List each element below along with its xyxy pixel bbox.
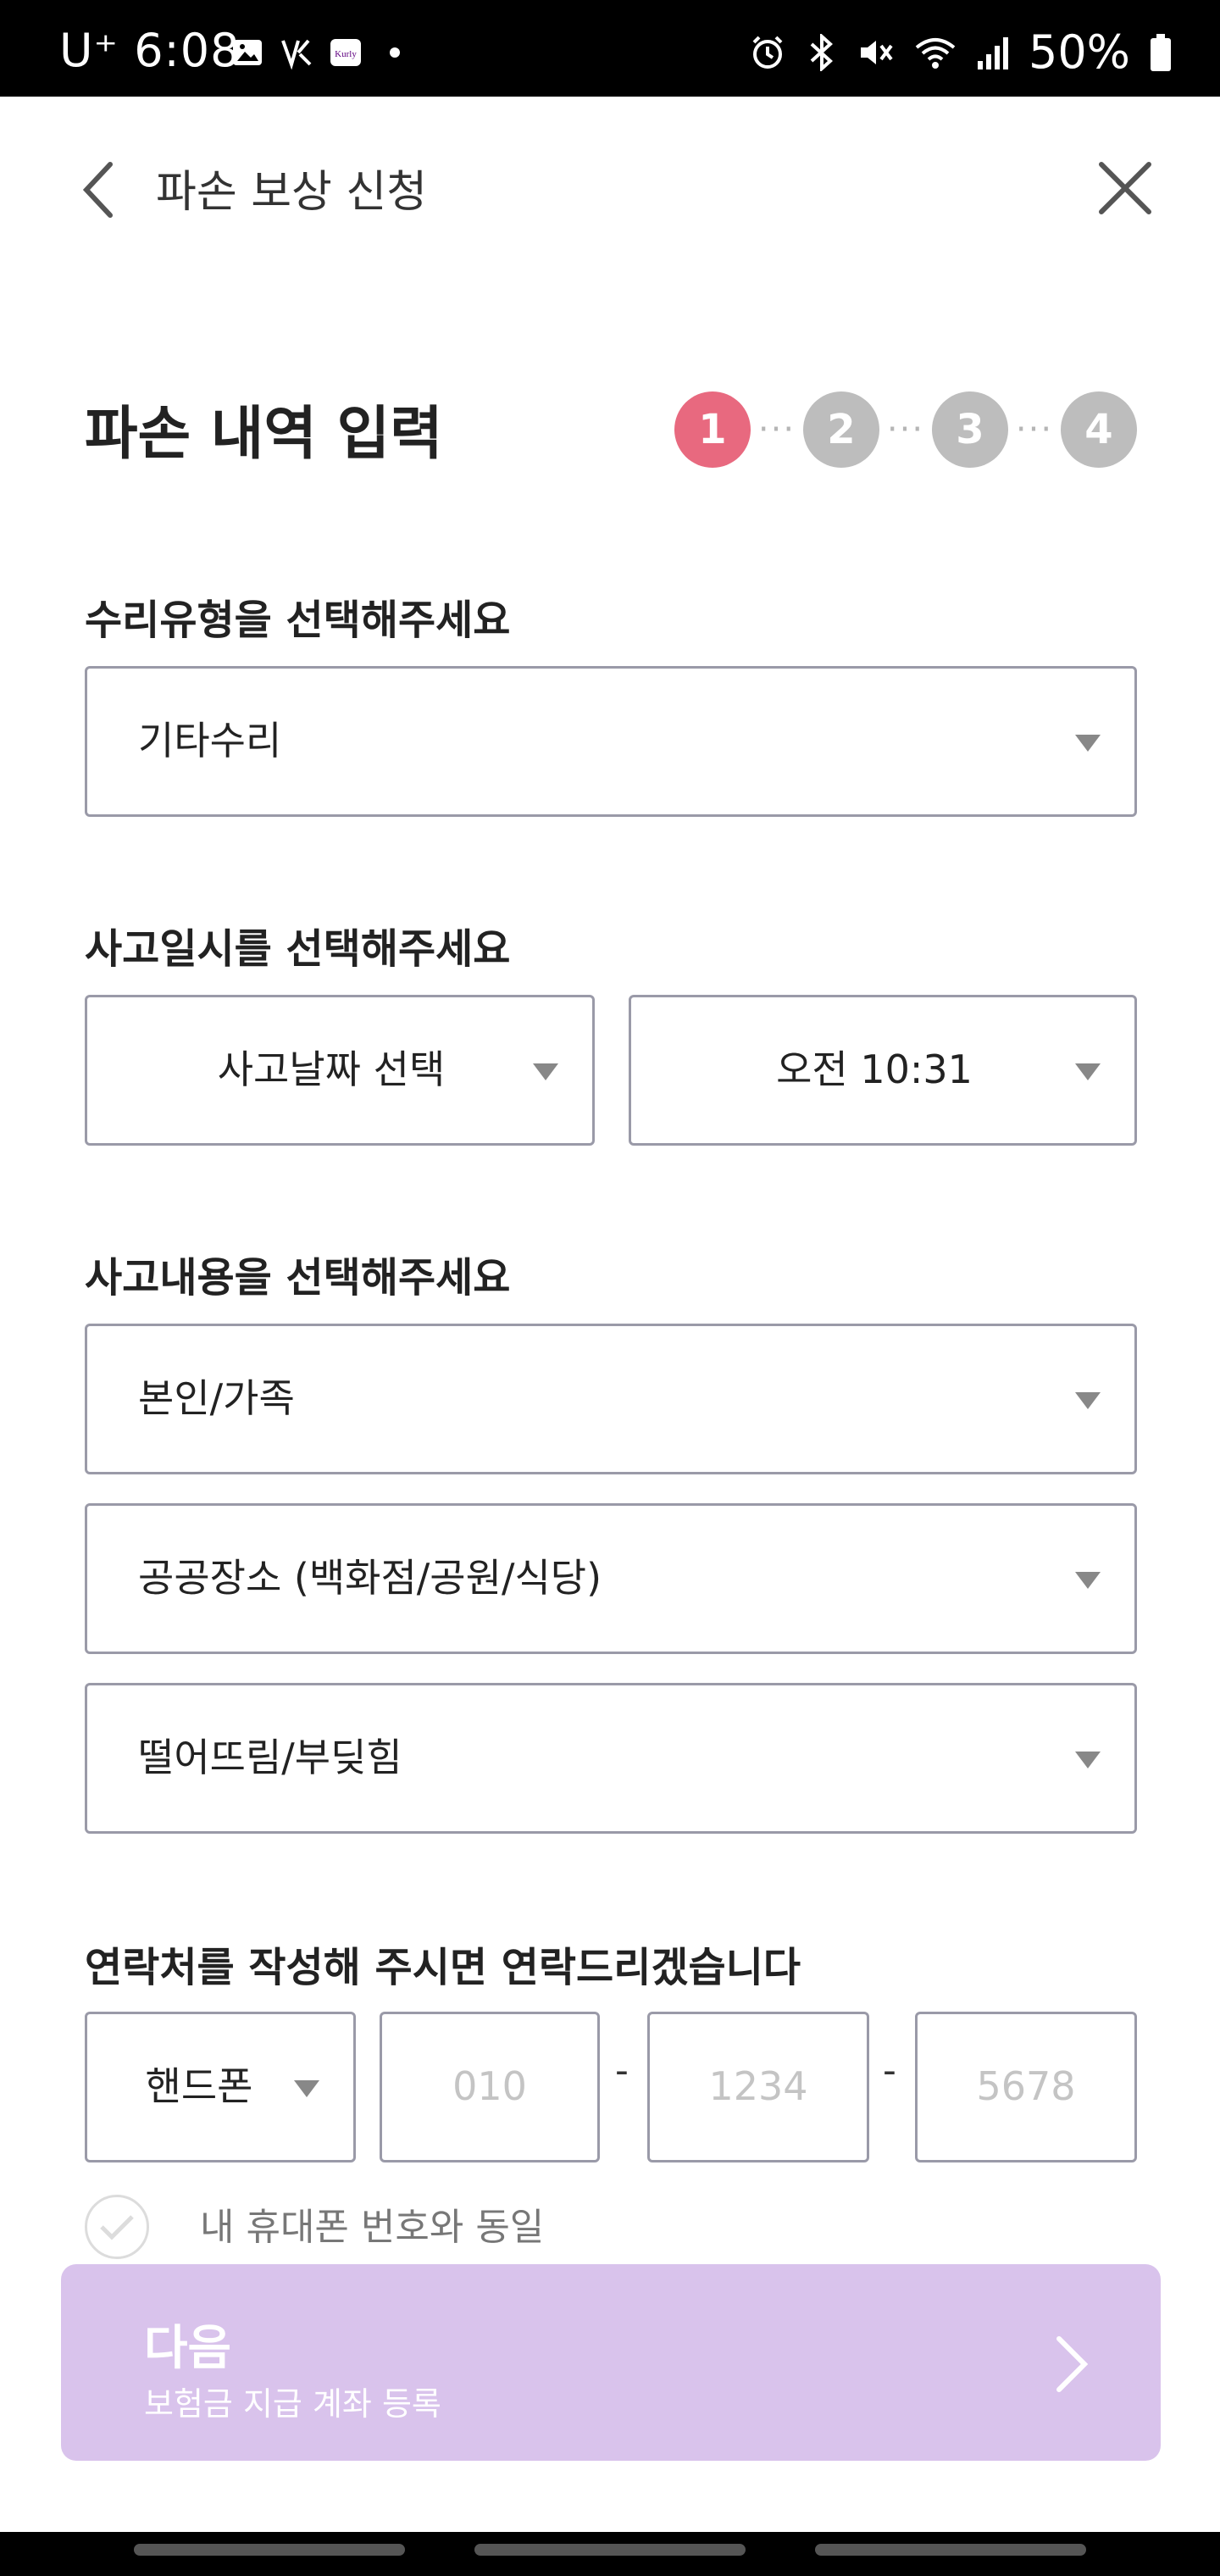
mute-icon (860, 40, 893, 64)
bluetooth-icon (810, 33, 833, 71)
nav-indicator[interactable] (134, 2544, 405, 2556)
step-1: 1 (674, 391, 751, 468)
same-phone-label: 내 휴대폰 번호와 동일 (200, 2206, 545, 2249)
signal-icon (977, 36, 1008, 69)
step-connector: ··· (757, 410, 796, 449)
gallery-icon (233, 40, 262, 65)
app-notification-icon (281, 39, 312, 69)
header-title: 파손 보상 신청 (156, 167, 428, 218)
phone-separator: - (883, 2049, 896, 2092)
page-title: 파손 내역 입력 (85, 401, 443, 468)
notification-icons: Kurly (230, 36, 412, 69)
step-connector: ··· (886, 410, 925, 449)
accident-time-value: 오전 10:31 (776, 1046, 973, 1092)
repair-type-select[interactable]: 기타수리 (85, 666, 1137, 817)
dropdown-caret-icon (533, 1063, 558, 1080)
step-3: 3 (932, 391, 1008, 468)
back-arrow-icon[interactable] (76, 156, 119, 224)
phone-part2-input[interactable]: 1234 (647, 2012, 869, 2162)
dropdown-caret-icon (1075, 1392, 1101, 1409)
check-icon (100, 2215, 134, 2240)
repair-type-value: 기타수리 (138, 718, 282, 763)
app-header: 파손 보상 신청 (0, 97, 1220, 266)
accident-details-label: 사고내용을 선택해주세요 (85, 1254, 511, 1302)
battery-icon (1151, 33, 1171, 71)
dropdown-caret-icon (1075, 1752, 1101, 1768)
dropdown-caret-icon (294, 2080, 319, 2097)
chevron-right-icon (1056, 2336, 1089, 2392)
carrier-label: U⁺ (59, 24, 119, 77)
repair-type-label: 수리유형을 선택해주세요 (85, 597, 511, 644)
more-notifications-dot-icon (390, 47, 400, 58)
accident-datetime-label: 사고일시를 선택해주세요 (85, 925, 511, 973)
step-connector: ··· (1015, 410, 1054, 449)
phone-separator: - (615, 2049, 629, 2092)
accident-place-value: 공공장소 (백화점/공원/식당) (138, 1555, 602, 1601)
accident-place-select[interactable]: 공공장소 (백화점/공원/식당) (85, 1503, 1137, 1654)
nav-indicator[interactable] (815, 2544, 1086, 2556)
step-2: 2 (803, 391, 879, 468)
phone-type-select[interactable]: 핸드폰 (85, 2012, 356, 2162)
accident-cause-value: 떨어뜨림/부딪힘 (138, 1735, 402, 1780)
system-nav-bar (0, 2532, 1220, 2576)
wifi-icon (915, 37, 956, 69)
step-4: 4 (1061, 391, 1137, 468)
next-button-title: 다음 (144, 2321, 232, 2376)
phone-part1-input[interactable]: 010 (380, 2012, 600, 2162)
accident-time-select[interactable]: 오전 10:31 (629, 995, 1137, 1146)
alarm-icon (752, 36, 783, 69)
accident-who-select[interactable]: 본인/가족 (85, 1324, 1137, 1474)
status-bar: U⁺ 6:08 Kurly 50% (0, 0, 1220, 97)
svg-text:Kurly: Kurly (335, 49, 357, 59)
battery-percentage: 50% (1028, 25, 1130, 79)
clock: 6:08 (134, 24, 241, 77)
close-icon[interactable] (1093, 156, 1157, 220)
accident-cause-select[interactable]: 떨어뜨림/부딪힘 (85, 1683, 1137, 1834)
kurly-app-icon: Kurly (330, 39, 361, 66)
next-button[interactable]: 다음 보험금 지급 계좌 등록 (61, 2264, 1161, 2461)
contact-label: 연락처를 작성해 주시면 연락드리겠습니다 (85, 1944, 801, 1991)
dropdown-caret-icon (1075, 1572, 1101, 1589)
dropdown-caret-icon (1075, 735, 1101, 752)
accident-date-value: 사고날짜 선택 (217, 1046, 446, 1092)
next-button-subtitle: 보험금 지급 계좌 등록 (144, 2385, 441, 2423)
nav-indicator[interactable] (474, 2544, 746, 2556)
accident-who-value: 본인/가족 (138, 1375, 295, 1421)
status-time: U⁺ 6:08 (59, 24, 240, 77)
step-indicator: 1 ··· 2 ··· 3 ··· 4 (674, 391, 1137, 468)
phone-type-value: 핸드폰 (145, 2063, 253, 2109)
accident-date-select[interactable]: 사고날짜 선택 (85, 995, 595, 1146)
same-phone-checkbox[interactable] (85, 2195, 149, 2259)
dropdown-caret-icon (1075, 1063, 1101, 1080)
phone-part3-input[interactable]: 5678 (915, 2012, 1137, 2162)
system-icons: 50% (749, 25, 1173, 79)
